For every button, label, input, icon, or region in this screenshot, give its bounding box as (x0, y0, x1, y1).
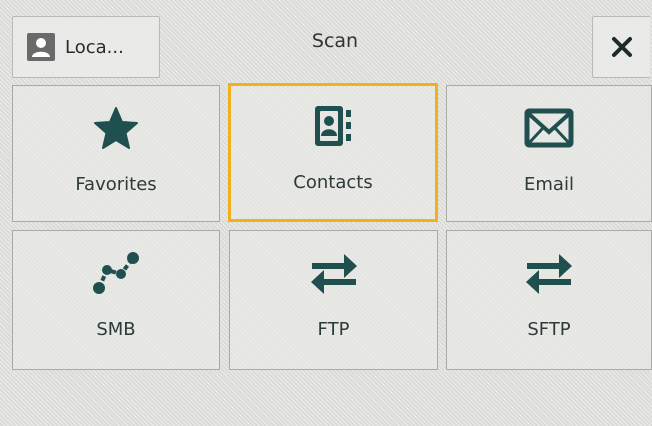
user-login-button[interactable]: Loca... (12, 16, 160, 78)
user-label: Loca... (65, 36, 124, 58)
page-title: Scan (311, 30, 359, 52)
close-icon (611, 37, 632, 57)
transfer-arrows-icon (308, 251, 360, 295)
address-book-icon (313, 104, 353, 148)
sftp-label: SFTP (527, 319, 571, 340)
ftp-tile[interactable]: FTP (229, 230, 438, 370)
smb-label: SMB (96, 319, 136, 340)
ftp-label: FTP (317, 319, 350, 340)
scan-screen: Loca... Scan Favorites Contacts Email SM… (0, 0, 652, 426)
favorites-label: Favorites (75, 174, 157, 195)
sftp-tile[interactable]: SFTP (446, 230, 652, 370)
envelope-icon (524, 106, 574, 150)
user-avatar-icon (27, 33, 55, 61)
smb-tile[interactable]: SMB (12, 230, 220, 370)
contacts-tile[interactable]: Contacts (228, 83, 438, 222)
transfer-arrows-icon (523, 251, 575, 295)
contacts-label: Contacts (293, 172, 373, 193)
favorites-tile[interactable]: Favorites (12, 85, 220, 222)
star-icon (93, 106, 139, 150)
empty-footer-area (0, 378, 652, 426)
network-path-icon (91, 251, 141, 295)
close-button[interactable] (592, 16, 650, 78)
email-label: Email (524, 174, 574, 195)
email-tile[interactable]: Email (446, 85, 652, 222)
